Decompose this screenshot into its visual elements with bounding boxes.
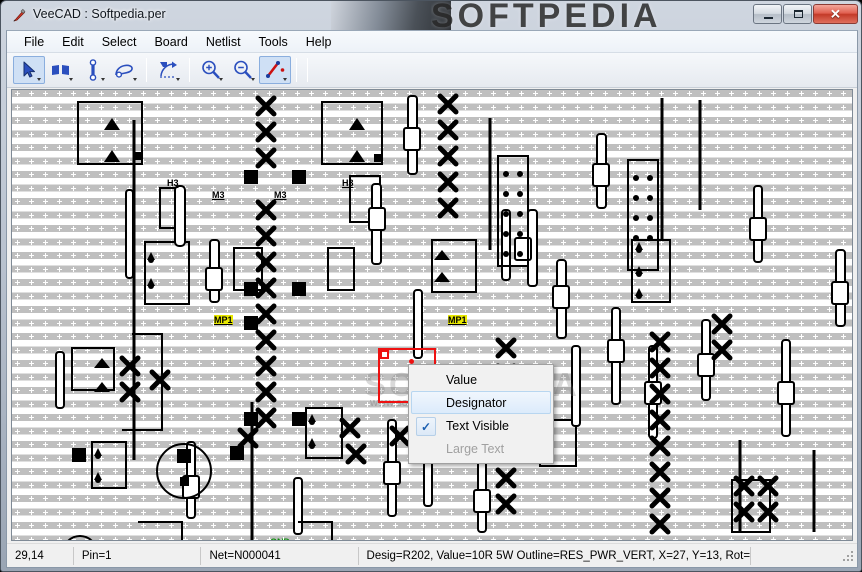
- application-window: SOFTPEDIA VeeCAD : Softpedia.per ✕ File …: [0, 0, 862, 572]
- selection-handle[interactable]: [380, 350, 389, 359]
- minimize-button[interactable]: [753, 4, 782, 24]
- dropdown-arrow-icon[interactable]: [37, 78, 41, 81]
- zoom-in-tool[interactable]: [195, 56, 227, 84]
- context-menu-item-label: Value: [446, 372, 478, 387]
- board-label: MP1: [214, 315, 233, 325]
- pen-icon: [13, 8, 26, 22]
- title-bar[interactable]: SOFTPEDIA VeeCAD : Softpedia.per ✕: [1, 1, 861, 35]
- rotate-tool[interactable]: [152, 56, 184, 84]
- window-title: VeeCAD : Softpedia.per: [33, 7, 166, 21]
- toolbar: [7, 53, 857, 88]
- menu-item-tools[interactable]: Tools: [250, 32, 297, 52]
- board-artwork: [55, 93, 849, 540]
- select-arrow-tool[interactable]: [13, 56, 45, 84]
- dropdown-arrow-icon[interactable]: [251, 78, 255, 81]
- curved-wire-icon: [115, 64, 133, 78]
- status-bar: 29,14 Pin=1 Net=N000041 Desig=R202, Valu…: [7, 543, 857, 567]
- client-area: File Edit Select Board Netlist Tools Hel…: [6, 30, 858, 568]
- close-button[interactable]: ✕: [813, 4, 858, 24]
- pin-info: Pin=1: [74, 546, 202, 565]
- component-shapes-icon: [52, 65, 69, 75]
- menu-item-edit[interactable]: Edit: [53, 32, 93, 52]
- wire-tool[interactable]: [109, 56, 141, 84]
- cursor-arrow-icon: [23, 61, 35, 78]
- dropdown-arrow-icon[interactable]: [219, 78, 223, 81]
- zoom-out-tool[interactable]: [227, 56, 259, 84]
- component-info: Desig=R202, Value=10R 5W Outline=RES_PWR…: [359, 546, 751, 565]
- context-menu-item-text-visible[interactable]: ✓ Text Visible: [411, 414, 551, 437]
- dropdown-arrow-icon[interactable]: [283, 78, 287, 81]
- toolbar-separator: [296, 58, 297, 82]
- link-tool[interactable]: [77, 56, 109, 84]
- dropdown-arrow-icon[interactable]: [101, 78, 105, 81]
- context-menu-item-large-text: Large Text: [411, 437, 551, 460]
- cursor-coordinates: 29,14: [7, 546, 74, 565]
- maximize-button[interactable]: [783, 4, 812, 24]
- component-tool[interactable]: [45, 56, 77, 84]
- context-menu-item-value[interactable]: Value: [411, 368, 551, 391]
- status-spare: [751, 547, 841, 565]
- minimize-icon: [764, 17, 773, 19]
- menu-item-help[interactable]: Help: [297, 32, 341, 52]
- board-canvas[interactable]: H3M3H3M3GND+5VMP1MP1 SOFTPEDIA ™ www.sof…: [11, 89, 853, 541]
- menu-item-file[interactable]: File: [15, 32, 53, 52]
- dropdown-arrow-icon[interactable]: [176, 78, 180, 81]
- maximize-icon: [794, 10, 803, 18]
- wire-link-icon: [89, 59, 97, 81]
- close-icon: ✕: [830, 6, 841, 22]
- toolbar-separator: [189, 58, 190, 82]
- board-label: M3: [274, 190, 287, 200]
- resize-grip-icon[interactable]: [841, 549, 855, 563]
- board-label: M3: [212, 190, 225, 200]
- context-menu[interactable]: Value Designator ✓ Text Visible Large Te…: [408, 364, 554, 464]
- menu-item-select[interactable]: Select: [93, 32, 146, 52]
- menu-item-netlist[interactable]: Netlist: [197, 32, 250, 52]
- board-label: H3: [342, 178, 354, 188]
- dropdown-arrow-icon[interactable]: [133, 78, 137, 81]
- toolbar-separator: [146, 58, 147, 82]
- context-menu-item-designator[interactable]: Designator: [411, 391, 551, 414]
- context-menu-item-label: Text Visible: [446, 418, 509, 433]
- net-trace-tool[interactable]: [259, 56, 291, 84]
- board-label: GND: [270, 537, 290, 540]
- dropdown-arrow-icon[interactable]: [69, 78, 73, 81]
- context-menu-item-label: Large Text: [446, 441, 505, 456]
- net-info: Net=N000041: [201, 546, 359, 565]
- context-menu-item-label: Designator: [446, 395, 507, 410]
- toolbar-separator: [307, 58, 308, 82]
- window-controls: ✕: [753, 4, 858, 24]
- menu-item-board[interactable]: Board: [145, 32, 196, 52]
- board-label: H3: [167, 178, 179, 188]
- board-label: MP1: [448, 315, 467, 325]
- menu-bar: File Edit Select Board Netlist Tools Hel…: [7, 31, 857, 53]
- check-icon: ✓: [416, 417, 436, 436]
